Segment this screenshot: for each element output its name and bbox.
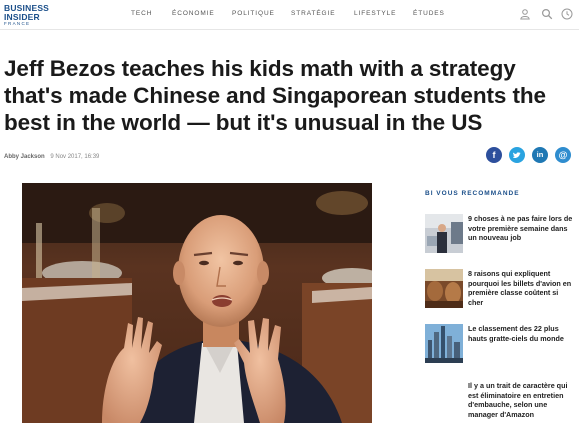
nav-item-lifestyle[interactable]: LIFESTYLE: [354, 10, 396, 17]
recommendation-thumbnail: [425, 214, 463, 253]
linkedin-icon[interactable]: in: [532, 147, 548, 163]
hero-photo: [22, 183, 372, 423]
nav-item-tech[interactable]: TECH: [131, 10, 152, 17]
twitter-icon[interactable]: [509, 147, 525, 163]
search-icon[interactable]: [541, 7, 553, 20]
logo-line-2: INSIDER: [4, 11, 40, 22]
top-navigation-bar: BUSINESS INSIDER FRANCE TECH ÉCONOMIE PO…: [0, 0, 579, 30]
user-icon[interactable]: [519, 7, 531, 20]
nav-item-strategie[interactable]: STRATÉGIE: [291, 10, 335, 17]
nav-item-politique[interactable]: POLITIQUE: [232, 10, 275, 17]
recommendation-text: Il y a un trait de caractère qui est éli…: [468, 381, 568, 419]
sidebar-title: BI VOUS RECOMMANDE: [425, 190, 520, 197]
author-name[interactable]: Abby Jackson: [4, 154, 45, 160]
nav-item-etudes[interactable]: ÉTUDES: [413, 10, 445, 17]
recommendation-text: 9 choses à ne pas faire lors de votre pr…: [468, 214, 573, 243]
article-headline: Jeff Bezos teaches his kids math with a …: [4, 56, 546, 135]
article-hero-image: [22, 183, 372, 423]
nav-item-economie[interactable]: ÉCONOMIE: [172, 10, 215, 17]
recommendation-text: 8 raisons qui expliquent pourquoi les bi…: [468, 269, 572, 307]
email-icon[interactable]: @: [555, 147, 571, 163]
recommendation-thumbnail: [425, 269, 463, 308]
recommendation-thumbnail: [425, 324, 463, 363]
menu-icon[interactable]: [561, 7, 573, 20]
facebook-icon[interactable]: f: [486, 147, 502, 163]
logo-line-3: FRANCE: [4, 21, 31, 26]
article-byline: Abby Jackson 9 Nov 2017, 16:39: [4, 154, 99, 160]
article-date: 9 Nov 2017, 16:39: [50, 154, 100, 160]
recommendation-text: Le classement des 22 plus hauts gratte-c…: [468, 324, 564, 343]
business-insider-logo[interactable]: BUSINESS INSIDER FRANCE: [4, 4, 56, 27]
